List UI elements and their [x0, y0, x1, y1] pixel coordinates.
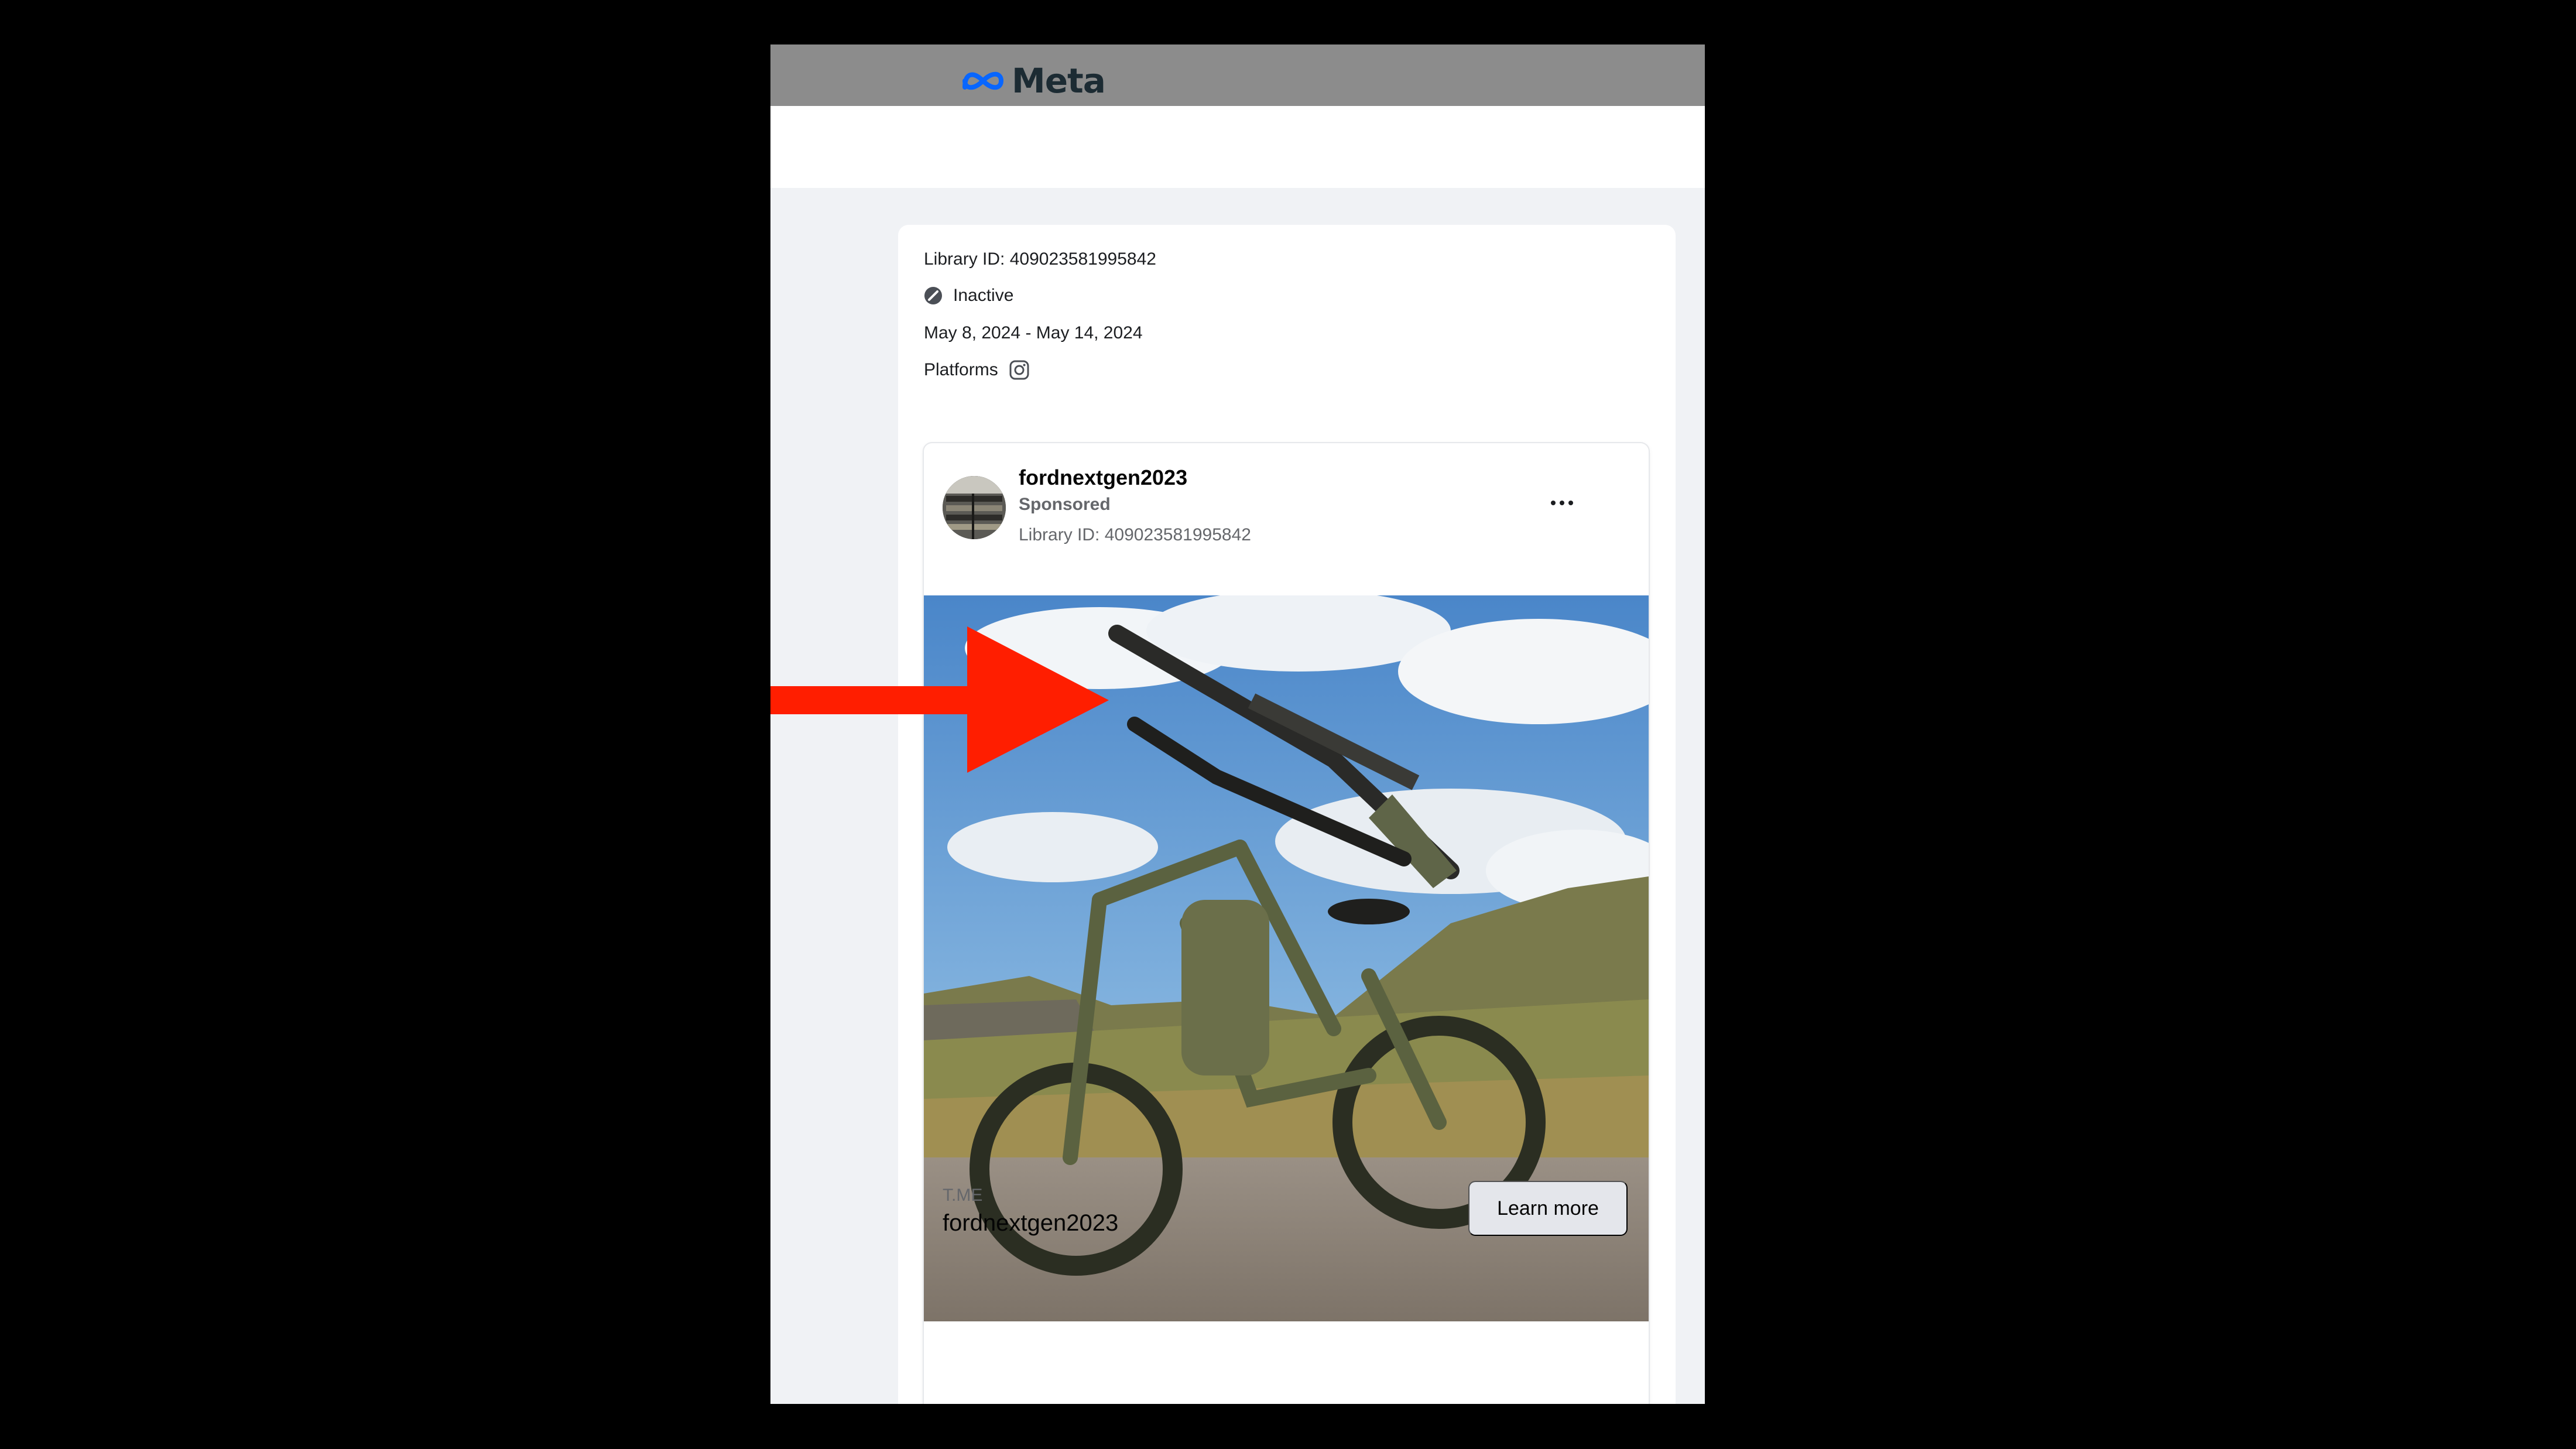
meta-wordmark: Meta: [1012, 61, 1106, 101]
platforms-label: Platforms: [924, 360, 998, 379]
avatar-image: [943, 476, 1006, 539]
page-name[interactable]: fordnextgen2023: [1019, 465, 1187, 490]
red-arrow-icon: [770, 626, 1109, 773]
link-domain: T.ME: [943, 1186, 983, 1205]
top-navigation-bar: Meta: [770, 44, 1705, 106]
more-dots-icon[interactable]: [1544, 491, 1580, 515]
sub-header: [770, 106, 1705, 188]
date-range-line: May 8, 2024 - May 14, 2024: [924, 323, 1143, 343]
library-id-line: Library ID: 409023581995842: [924, 249, 1156, 269]
status-text: Inactive: [953, 286, 1014, 305]
status-line: Inactive: [924, 286, 1013, 306]
ad-library-id: Library ID: 409023581995842: [1019, 525, 1251, 544]
learn-more-button[interactable]: Learn more: [1468, 1181, 1628, 1236]
inactive-status-icon: [924, 287, 942, 304]
ad-library-result-card: Library ID: 409023581995842 Inactive May…: [898, 225, 1676, 1404]
meta-logo[interactable]: Meta: [960, 61, 1106, 101]
meta-infinity-icon: [962, 71, 1004, 90]
sponsored-label: Sponsored: [1019, 495, 1111, 514]
date-range-text: May 8, 2024 - May 14, 2024: [924, 323, 1143, 342]
ad-preview: fordnextgen2023 Sponsored Library ID: 40…: [924, 443, 1649, 1404]
link-headline[interactable]: fordnextgen2023: [943, 1210, 1118, 1236]
platforms-line: Platforms: [924, 359, 1030, 381]
instagram-icon: [1009, 360, 1029, 380]
page-avatar[interactable]: [943, 476, 1006, 539]
library-id-text: Library ID: 409023581995842: [924, 249, 1156, 269]
